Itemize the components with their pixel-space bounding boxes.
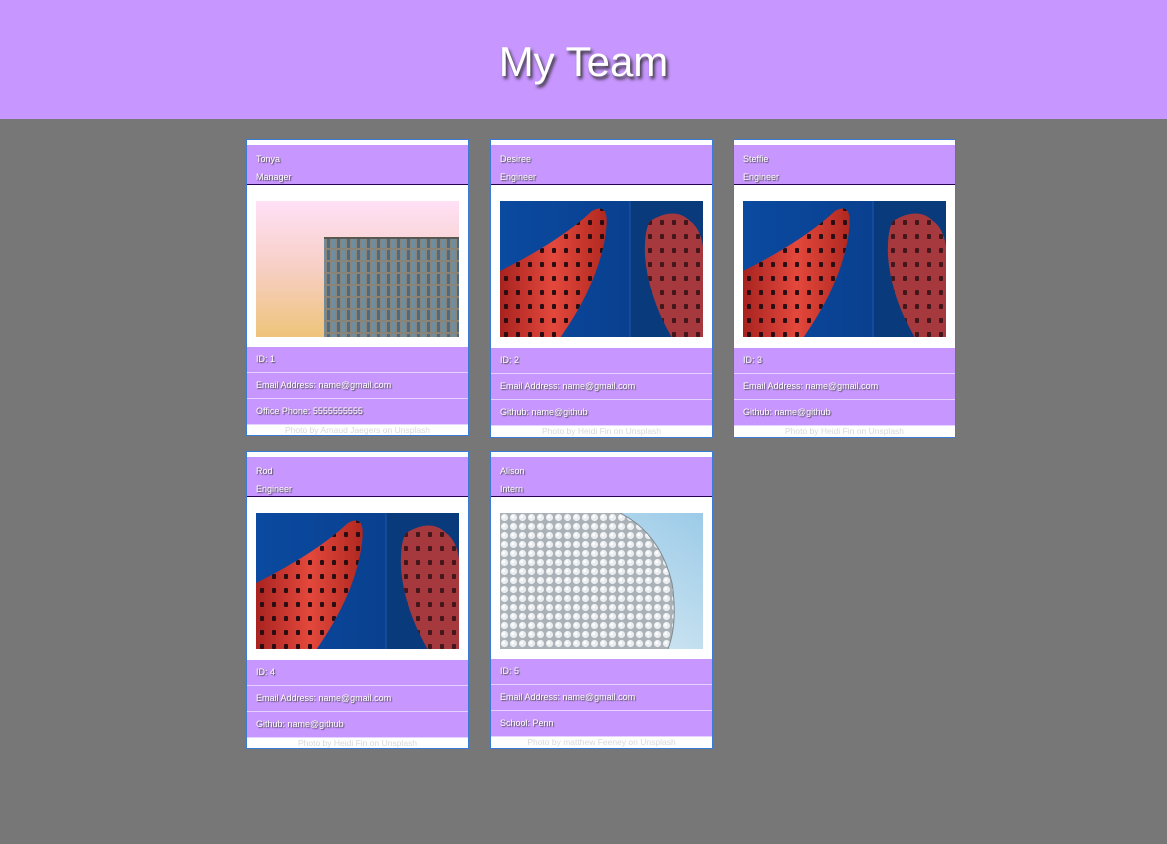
- employee-email: Email Address: name@gmail.com: [247, 686, 468, 712]
- employee-office-phone: Office Phone: 5555555555: [247, 399, 468, 425]
- photo-credit: Photo by Heidi Fin on Unsplash: [784, 426, 905, 436]
- employee-card: Steffie Engineer ID: 3 Email Address: na…: [733, 139, 956, 438]
- photo-credit: Photo by matthew Feeney on Unsplash: [527, 737, 676, 747]
- photo-credit: Photo by Heidi Fin on Unsplash: [297, 738, 418, 748]
- employee-role: Engineer: [743, 172, 780, 182]
- page-title: My Team: [498, 37, 669, 85]
- employee-name: Rod: [256, 466, 273, 476]
- employee-email: Email Address: name@gmail.com: [734, 374, 955, 400]
- employee-email: Email Address: name@gmail.com: [491, 685, 712, 711]
- employee-card: Desiree Engineer ID: 2 Email Address: na…: [490, 139, 713, 438]
- employee-name: Desiree: [500, 154, 532, 164]
- employee-github: Github: name@github: [734, 400, 955, 426]
- employee-role: Engineer: [500, 172, 537, 182]
- building-gradient-photo: [256, 201, 459, 337]
- employee-card: Rod Engineer ID: 4 Email Address: name@g…: [246, 451, 469, 749]
- employee-role: Engineer: [256, 484, 293, 494]
- card-header: Rod Engineer: [247, 457, 468, 497]
- employee-name: Steffie: [743, 154, 769, 164]
- employee-name: Tonya: [256, 154, 281, 164]
- employee-role: Intern: [500, 484, 524, 494]
- card-header: Tonya Manager: [247, 145, 468, 185]
- employee-email: Email Address: name@gmail.com: [247, 373, 468, 399]
- employee-role: Manager: [256, 172, 292, 182]
- employee-id: ID: 2: [491, 348, 712, 374]
- card-header: Desiree Engineer: [491, 145, 712, 185]
- dotted-dome-photo: [500, 513, 703, 649]
- employee-card: Alison Intern ID: 5 Email Address: name@…: [490, 451, 713, 749]
- page-header: My Team: [0, 0, 1167, 119]
- photo-credit: Photo by Heidi Fin on Unsplash: [541, 426, 662, 436]
- employee-github: Github: name@github: [491, 400, 712, 426]
- employee-id: ID: 1: [247, 347, 468, 373]
- employee-email: Email Address: name@gmail.com: [491, 374, 712, 400]
- employee-github: Github: name@github: [247, 712, 468, 738]
- red-tower-photo: [500, 201, 703, 337]
- red-tower-photo: [256, 513, 459, 649]
- employee-school: School: Penn: [491, 711, 712, 737]
- employee-card: Tonya Manager ID: 1 Email Address: name@…: [246, 139, 469, 436]
- card-header: Alison Intern: [491, 457, 712, 497]
- employee-name: Alison: [500, 466, 525, 476]
- red-tower-photo: [743, 201, 946, 337]
- employee-id: ID: 5: [491, 659, 712, 685]
- employee-id: ID: 4: [247, 660, 468, 686]
- employee-id: ID: 3: [734, 348, 955, 374]
- photo-credit: Photo by Arnaud Jaegers on Unsplash: [284, 425, 431, 435]
- card-header: Steffie Engineer: [734, 145, 955, 185]
